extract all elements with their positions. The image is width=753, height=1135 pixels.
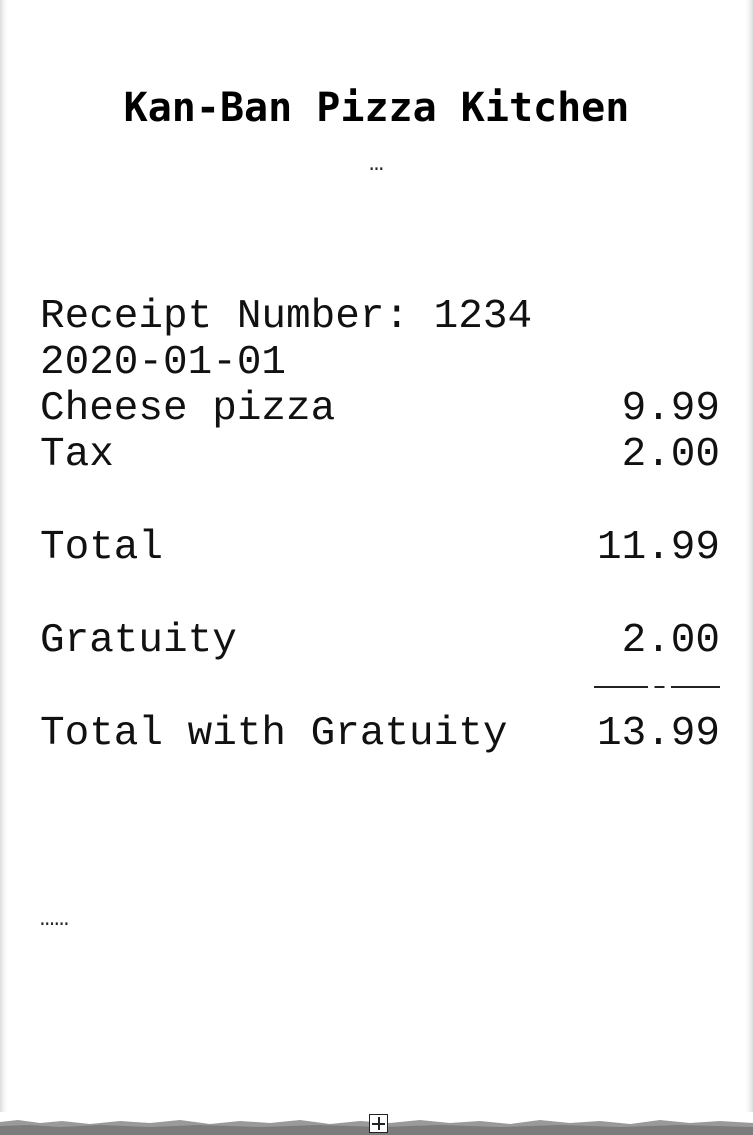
sum-divider bbox=[594, 686, 720, 688]
footer-ellipsis: …… bbox=[40, 906, 69, 933]
gratuity-label: Gratuity bbox=[40, 618, 237, 664]
line-item-label: Tax bbox=[40, 432, 114, 478]
restaurant-name: Kan-Ban Pizza Kitchen bbox=[123, 85, 630, 131]
total-with-gratuity-amount: 13.99 bbox=[596, 711, 720, 757]
line-item-label: Cheese pizza bbox=[40, 386, 336, 432]
receipt-paper: Kan-Ban Pizza Kitchen … Receipt Number: … bbox=[0, 0, 753, 1135]
expand-plus-icon[interactable] bbox=[369, 1114, 388, 1133]
line-item-amount: 9.99 bbox=[621, 386, 720, 432]
total-label: Total bbox=[40, 525, 164, 571]
total-amount: 11.99 bbox=[596, 525, 720, 571]
receipt-date: 2020-01-01 bbox=[40, 340, 287, 386]
gratuity-amount: 2.00 bbox=[621, 618, 720, 664]
header-ellipsis: … bbox=[369, 151, 384, 178]
line-item-amount: 2.00 bbox=[621, 432, 720, 478]
total-with-gratuity-label: Total with Gratuity bbox=[40, 711, 508, 757]
receipt-page: Kan-Ban Pizza Kitchen … Receipt Number: … bbox=[0, 0, 753, 1135]
receipt-number: Receipt Number: 1234 bbox=[40, 294, 533, 340]
